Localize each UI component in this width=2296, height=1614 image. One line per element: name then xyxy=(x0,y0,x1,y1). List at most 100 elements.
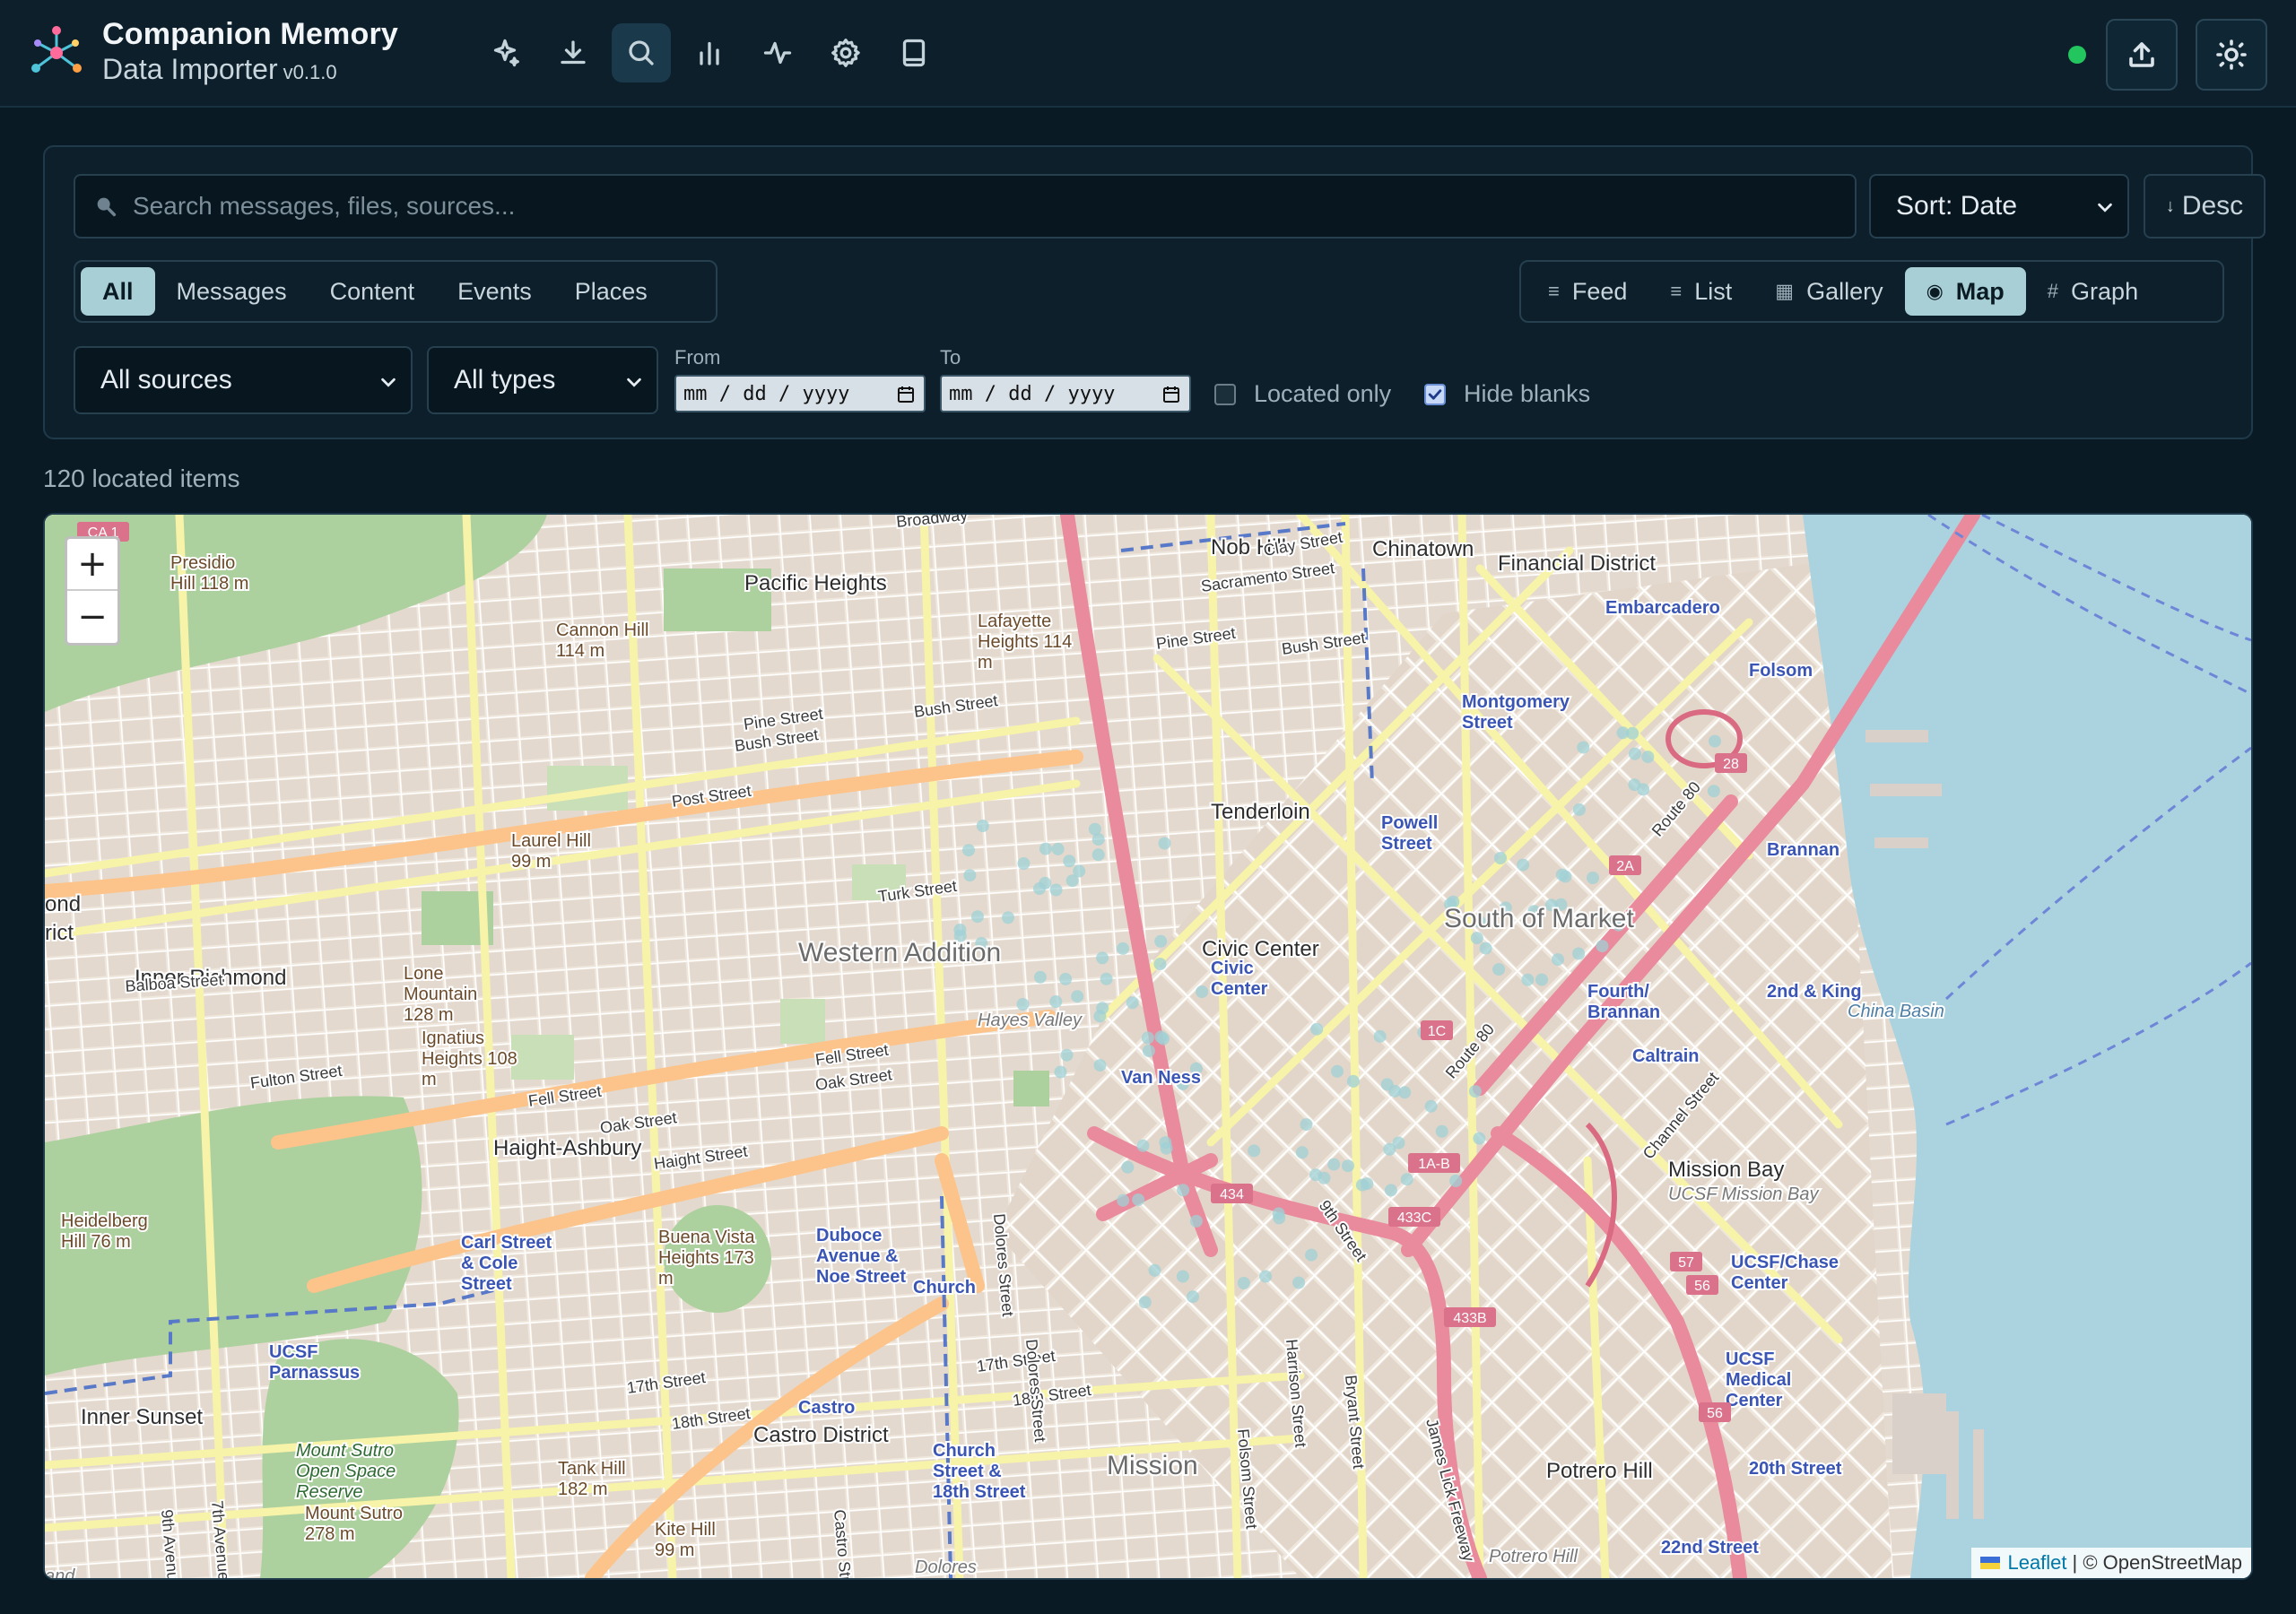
tab-events[interactable]: Events xyxy=(436,267,553,316)
map-marker[interactable] xyxy=(1126,996,1139,1010)
map-marker[interactable] xyxy=(1141,1031,1154,1045)
map-marker[interactable] xyxy=(1559,870,1572,883)
view-tab-list[interactable]: ≡ List xyxy=(1648,267,1753,316)
map-marker[interactable] xyxy=(1305,1248,1318,1262)
map-marker[interactable] xyxy=(1327,1158,1341,1171)
map-marker[interactable] xyxy=(1060,1048,1074,1062)
map-marker[interactable] xyxy=(1091,848,1105,862)
map-marker[interactable] xyxy=(1521,973,1535,986)
tab-places[interactable]: Places xyxy=(553,267,669,316)
map-marker[interactable] xyxy=(1435,1124,1448,1138)
map-marker[interactable] xyxy=(1154,934,1168,948)
map-marker[interactable] xyxy=(1154,1030,1168,1044)
map-view[interactable]: Nob Hill Chinatown Financial District Pacif… xyxy=(43,513,2253,1580)
map-marker[interactable] xyxy=(1051,842,1065,855)
nav-stats-button[interactable] xyxy=(680,23,739,82)
view-tab-gallery[interactable]: ▦ Gallery xyxy=(1753,267,1904,316)
map-marker[interactable] xyxy=(1117,941,1129,955)
search-input[interactable] xyxy=(133,192,1837,221)
map-marker[interactable] xyxy=(1361,1177,1374,1191)
map-marker[interactable] xyxy=(1292,1276,1306,1289)
view-tab-graph[interactable]: # Graph xyxy=(2026,267,2160,316)
map-marker[interactable] xyxy=(1331,1064,1344,1078)
map-marker[interactable] xyxy=(963,869,977,882)
map-marker[interactable] xyxy=(1121,1160,1135,1174)
nav-activity-button[interactable] xyxy=(748,23,807,82)
search-box[interactable] xyxy=(74,174,1857,239)
map-marker[interactable] xyxy=(1259,1270,1273,1283)
tab-content[interactable]: Content xyxy=(309,267,437,316)
tab-all[interactable]: All xyxy=(81,267,155,316)
map-marker[interactable] xyxy=(1049,995,1063,1008)
from-date-input[interactable]: mm / dd / yyyy xyxy=(674,375,926,412)
map-marker[interactable] xyxy=(1572,947,1586,960)
map-marker[interactable] xyxy=(1189,1214,1203,1228)
map-marker[interactable] xyxy=(1473,1132,1486,1145)
map-marker[interactable] xyxy=(1096,1002,1109,1015)
to-date-input[interactable]: mm / dd / yyyy xyxy=(940,375,1191,412)
checkbox-checked[interactable] xyxy=(1424,383,1446,405)
map-marker[interactable] xyxy=(1100,972,1113,985)
map-marker[interactable] xyxy=(1295,1146,1309,1159)
map-marker[interactable] xyxy=(1310,1022,1324,1036)
map-marker[interactable] xyxy=(976,820,989,832)
map-marker[interactable] xyxy=(1596,940,1609,953)
nav-companion-button[interactable] xyxy=(475,23,535,82)
map-marker[interactable] xyxy=(1196,985,1209,998)
source-select[interactable]: All sources xyxy=(74,346,413,414)
map-marker[interactable] xyxy=(1091,833,1105,846)
map-marker[interactable] xyxy=(962,844,975,857)
map-marker[interactable] xyxy=(1380,1078,1394,1091)
map-marker[interactable] xyxy=(1577,741,1590,754)
map-marker[interactable] xyxy=(1707,785,1720,798)
map-marker[interactable] xyxy=(1177,1184,1190,1197)
map-marker[interactable] xyxy=(1033,882,1046,895)
map-marker[interactable] xyxy=(1049,883,1063,897)
map-marker[interactable] xyxy=(1637,783,1650,796)
map-marker[interactable] xyxy=(1398,1086,1412,1099)
map-marker[interactable] xyxy=(1535,973,1548,986)
map-tiles[interactable]: Nob Hill ChinatownFinancial DistrictPacif… xyxy=(45,515,2251,1578)
map-marker[interactable] xyxy=(1449,1175,1463,1187)
map-marker[interactable] xyxy=(1176,1270,1189,1283)
tab-messages[interactable]: Messages xyxy=(155,267,309,316)
map-marker[interactable] xyxy=(1626,726,1639,740)
map-marker[interactable] xyxy=(1494,852,1507,864)
map-marker[interactable] xyxy=(1628,747,1641,760)
view-tab-feed[interactable]: ≡ Feed xyxy=(1526,267,1648,316)
sort-direction-button[interactable]: ↓ Desc xyxy=(2144,174,2266,239)
zoom-out-button[interactable]: − xyxy=(67,591,117,643)
map-marker[interactable] xyxy=(1468,1085,1482,1098)
view-tab-map[interactable]: ◉ Map xyxy=(1904,267,2026,316)
map-marker[interactable] xyxy=(970,910,984,924)
map-marker[interactable] xyxy=(1132,1193,1145,1206)
zoom-in-button[interactable]: + xyxy=(67,539,117,591)
map-marker[interactable] xyxy=(1039,842,1052,855)
map-marker[interactable] xyxy=(1517,858,1530,872)
map-marker[interactable] xyxy=(1093,1059,1107,1072)
map-marker[interactable] xyxy=(1318,1171,1331,1184)
nav-import-button[interactable] xyxy=(544,23,603,82)
hide-blanks-checkbox[interactable]: Hide blanks xyxy=(1424,380,1590,408)
nav-search-button[interactable] xyxy=(612,23,671,82)
map-marker[interactable] xyxy=(1552,953,1564,967)
map-marker[interactable] xyxy=(1054,1065,1067,1079)
leaflet-link[interactable]: Leaflet xyxy=(2007,1551,2066,1575)
map-marker[interactable] xyxy=(1470,932,1483,945)
map-marker[interactable] xyxy=(1016,998,1030,1011)
map-marker[interactable] xyxy=(1136,1139,1150,1152)
map-marker[interactable] xyxy=(1342,1159,1354,1173)
map-marker[interactable] xyxy=(1572,803,1586,816)
located-only-checkbox[interactable]: Located only xyxy=(1214,380,1391,408)
map-marker[interactable] xyxy=(1373,1029,1387,1043)
nav-docs-button[interactable] xyxy=(884,23,944,82)
calendar-icon[interactable] xyxy=(1161,384,1182,405)
map-marker[interactable] xyxy=(1059,972,1073,985)
map-marker[interactable] xyxy=(1158,837,1171,850)
map-marker[interactable] xyxy=(1142,1045,1155,1057)
map-marker[interactable] xyxy=(1002,911,1014,924)
map-marker[interactable] xyxy=(1492,963,1506,976)
checkbox-unchecked[interactable] xyxy=(1214,383,1236,405)
map-marker[interactable] xyxy=(1017,857,1031,870)
map-marker[interactable] xyxy=(1346,1074,1360,1088)
